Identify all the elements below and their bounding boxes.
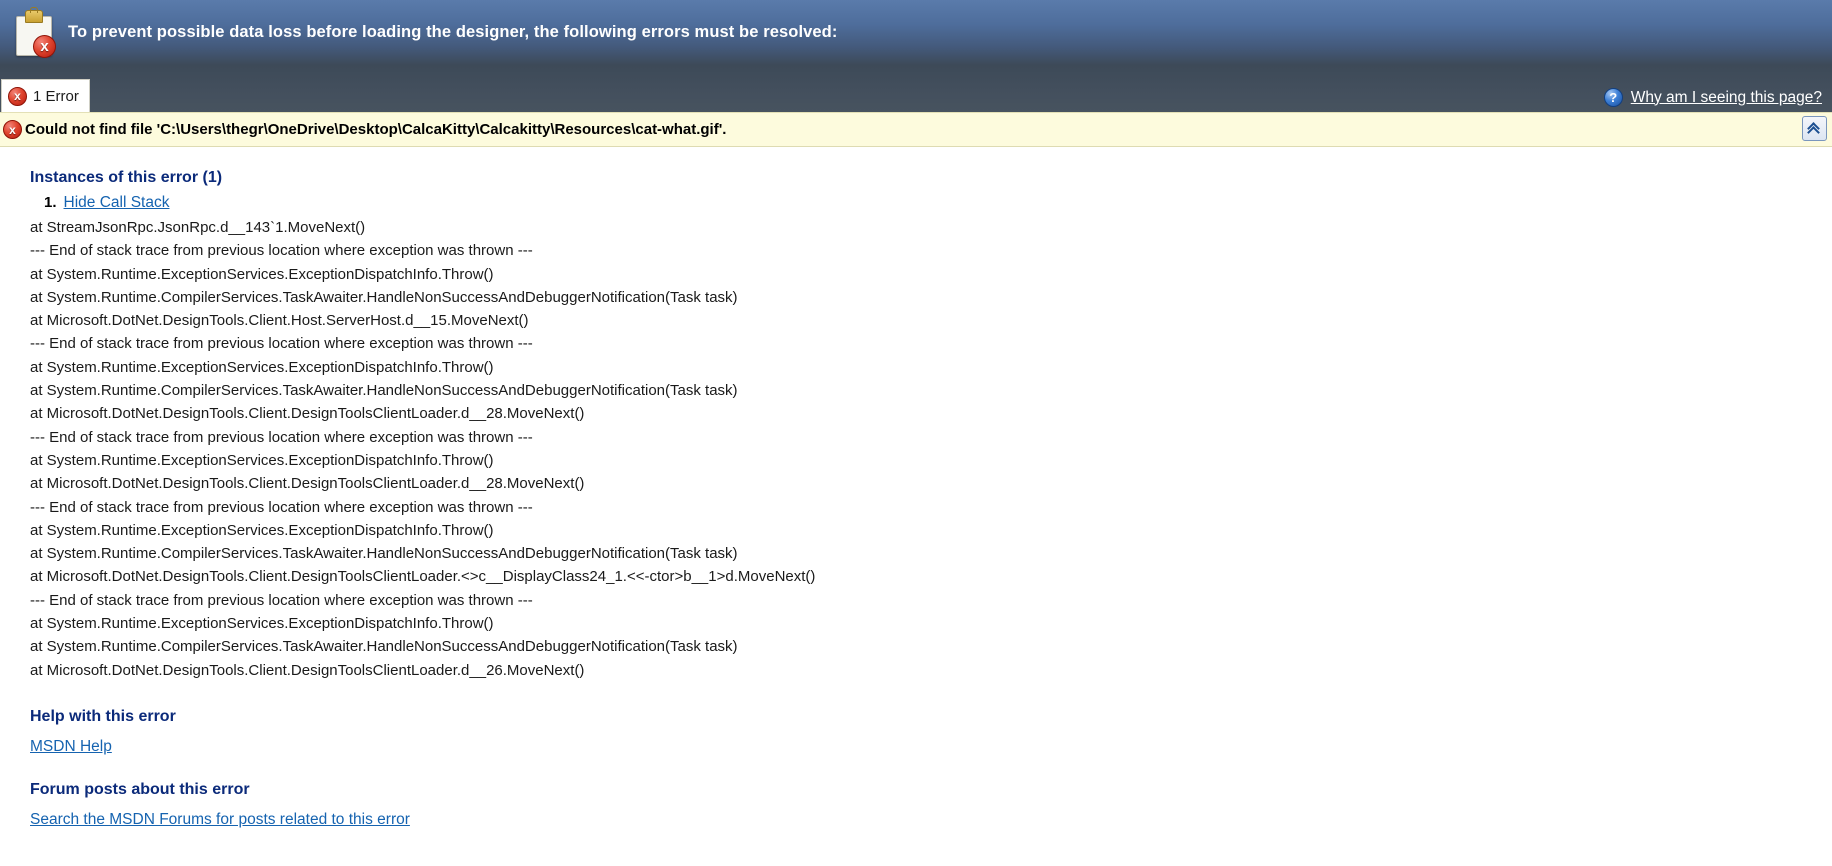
clipboard-clip <box>25 6 43 23</box>
call-stack-line: at System.Runtime.ExceptionServices.Exce… <box>30 265 494 283</box>
call-stack-line: at Microsoft.DotNet.DesignTools.Client.D… <box>30 405 585 423</box>
error-message-bar: x Could not find file 'C:\Users\thegr\On… <box>0 112 1832 147</box>
call-stack-line: --- End of stack trace from previous loc… <box>30 428 533 446</box>
help-section: Help with this error MSDN Help <box>30 708 1832 756</box>
call-stack-line: at System.Runtime.CompilerServices.TaskA… <box>30 545 738 563</box>
help-heading: Help with this error <box>30 707 176 725</box>
call-stack-line: at System.Runtime.ExceptionServices.Exce… <box>30 615 494 633</box>
call-stack-line: --- End of stack trace from previous loc… <box>30 242 533 260</box>
call-stack-line: --- End of stack trace from previous loc… <box>30 591 533 609</box>
help-question-icon: ? <box>1603 88 1623 107</box>
call-stack-line: at Microsoft.DotNet.DesignTools.Client.D… <box>30 568 816 586</box>
call-stack-line: at StreamJsonRpc.JsonRpc.d__143`1.MoveNe… <box>30 219 366 236</box>
banner-message: To prevent possible data loss before loa… <box>68 23 838 41</box>
call-stack-line: --- End of stack trace from previous loc… <box>30 335 533 353</box>
call-stack-line: at System.Runtime.CompilerServices.TaskA… <box>30 288 738 306</box>
search-msdn-forums-link[interactable]: Search the MSDN Forums for posts related… <box>30 811 410 828</box>
call-stack-line: at Microsoft.DotNet.DesignTools.Client.H… <box>30 312 529 330</box>
error-badge-icon: x <box>33 34 56 58</box>
clipboard-error-icon: x <box>12 6 56 58</box>
call-stack-line: at System.Runtime.CompilerServices.TaskA… <box>30 382 738 400</box>
why-seeing-page-group[interactable]: ? Why am I seeing this page? <box>1603 88 1822 107</box>
call-stack-line: at System.Runtime.ExceptionServices.Exce… <box>30 521 494 539</box>
error-message-text: Could not find file 'C:\Users\thegr\OneD… <box>25 121 727 138</box>
chevron-double-up-glyph <box>1808 123 1821 135</box>
forum-section: Forum posts about this error Search the … <box>30 781 1832 829</box>
instances-heading: Instances of this error (1) <box>30 169 223 186</box>
error-tabstrip: x 1 Error ? Why am I seeing this page? <box>0 65 1832 112</box>
designer-error-banner: x To prevent possible data loss before l… <box>0 0 1832 65</box>
collapse-chevron-up-icon[interactable] <box>1802 116 1827 141</box>
forum-heading: Forum posts about this error <box>30 780 250 798</box>
hide-call-stack-link[interactable]: Hide Call Stack <box>64 194 170 212</box>
call-stack-line: at System.Runtime.ExceptionServices.Exce… <box>30 451 494 469</box>
call-stack-line: at Microsoft.DotNet.DesignTools.Client.D… <box>30 661 585 679</box>
call-stack-line: at Microsoft.DotNet.DesignTools.Client.D… <box>30 475 585 493</box>
error-icon: x <box>3 120 22 139</box>
call-stack-line: at System.Runtime.CompilerServices.TaskA… <box>30 638 738 656</box>
error-details-content: Instances of this error (1) 1. Hide Call… <box>0 147 1832 829</box>
tab-label: 1 Error <box>33 87 79 105</box>
error-icon: x <box>8 86 27 106</box>
instance-item: 1. Hide Call Stack <box>44 194 1832 212</box>
call-stack-list: at StreamJsonRpc.JsonRpc.d__143`1.MoveNe… <box>30 216 1832 682</box>
tab-1-error[interactable]: x 1 Error <box>1 79 90 112</box>
call-stack-line: at System.Runtime.ExceptionServices.Exce… <box>30 358 494 376</box>
call-stack-line: --- End of stack trace from previous loc… <box>30 498 533 516</box>
instance-number: 1. <box>44 194 57 211</box>
msdn-help-link[interactable]: MSDN Help <box>30 738 112 755</box>
why-seeing-page-link[interactable]: Why am I seeing this page? <box>1631 89 1822 107</box>
